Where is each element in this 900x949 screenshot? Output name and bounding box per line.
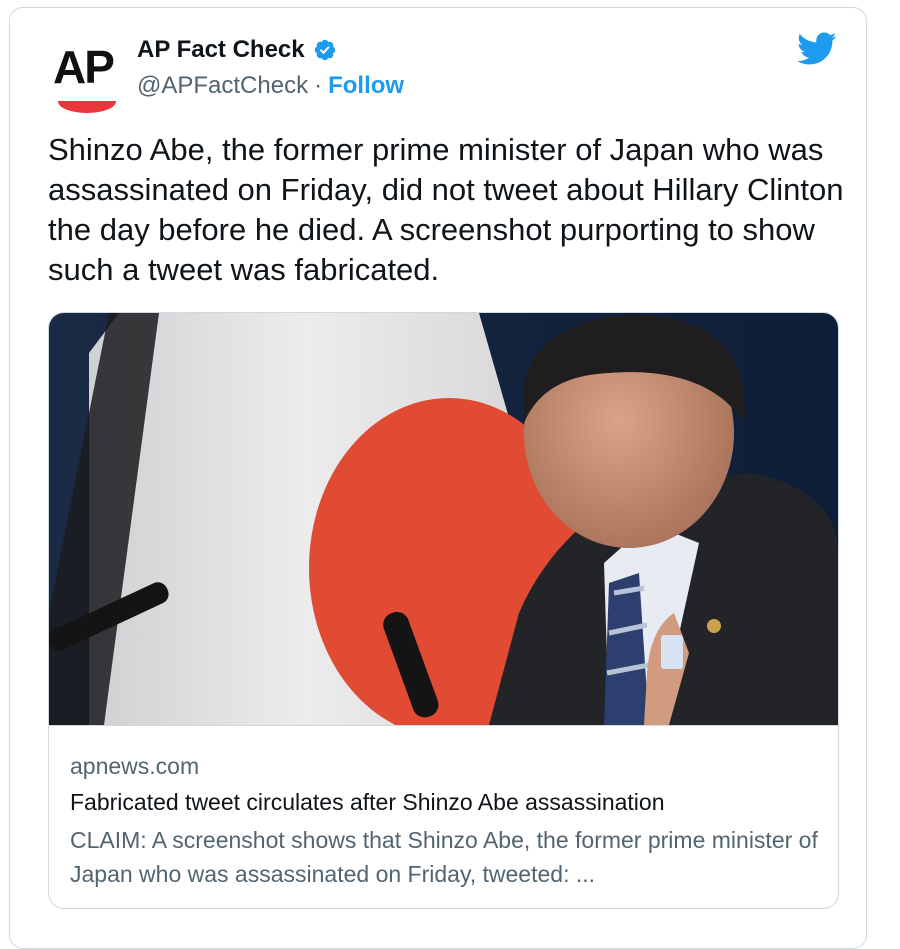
avatar[interactable]: AP [49,41,125,113]
link-domain: apnews.com [70,753,200,779]
link-title[interactable]: Fabricated tweet circulates after Shinzo… [70,789,665,816]
author-name-row: AP Fact Check [137,36,337,64]
link-preview-card[interactable]: apnews.com Fabricated tweet circulates a… [48,312,839,909]
article-photo [49,313,838,725]
tweet-text: Shinzo Abe, the former prime minister of… [48,132,844,287]
follow-button[interactable]: Follow [328,72,404,100]
verified-badge-icon [314,39,335,61]
link-description: CLAIM: A screenshot shows that Shinzo Ab… [70,827,818,887]
link-preview-meta: apnews.com Fabricated tweet circulates a… [49,725,838,887]
author-handle-row: @APFactCheck · Follow [137,72,404,100]
author-display-name[interactable]: AP Fact Check [137,36,305,64]
author-handle[interactable]: @APFactCheck [137,72,308,100]
twitter-bird-icon[interactable] [797,32,837,66]
avatar-logo-text: AP [53,41,115,93]
handle-separator: · [314,72,323,99]
